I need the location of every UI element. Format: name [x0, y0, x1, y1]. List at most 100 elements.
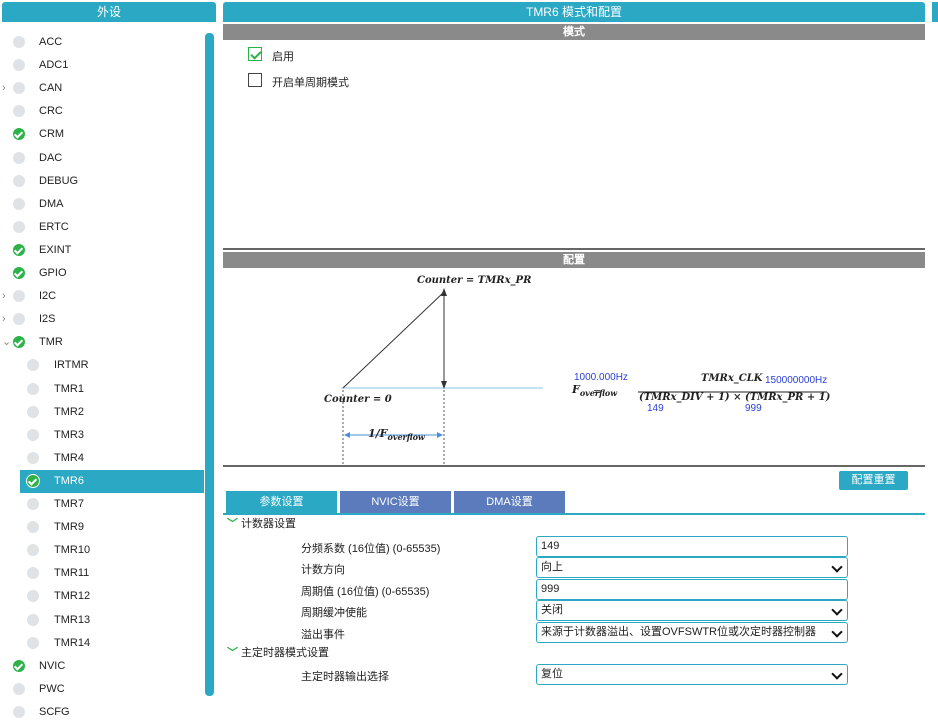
sidebar-item-label: TMR4 [54, 451, 84, 464]
sidebar-item-label: TMR7 [54, 498, 84, 510]
chevron-right-icon[interactable]: › [2, 290, 12, 302]
sidebar-item-nvic[interactable]: NVIC [0, 655, 204, 678]
sidebar-item-crc[interactable]: CRC [0, 100, 204, 123]
sidebar-item-irtmr[interactable]: IRTMR [0, 354, 204, 377]
sidebar-item-tmr10[interactable]: TMR10 [0, 539, 204, 562]
right-edge-strip [932, 2, 938, 22]
params-divider [223, 465, 925, 467]
sidebar-item-label: TMR13 [54, 613, 91, 626]
count-direction-select[interactable]: 向上 [536, 557, 848, 578]
sidebar-item-tmr14[interactable]: TMR14 [0, 632, 204, 655]
sidebar-item-adc1[interactable]: ADC1 [0, 54, 204, 77]
sidebar-item-tmr2[interactable]: TMR2 [0, 401, 204, 424]
sidebar-item-tmr[interactable]: ⌄ TMR [0, 331, 204, 354]
param-row: 周期值 (16位值) (0-65535) 999 [223, 579, 925, 600]
chevron-right-icon[interactable]: › [2, 313, 12, 325]
sidebar-item-tmr6[interactable]: TMR6 [20, 469, 204, 493]
param-label: 溢出事件 [301, 629, 345, 641]
prescaler-input[interactable]: 149 [536, 536, 848, 557]
sidebar-item-label: I2S [39, 313, 56, 326]
sidebar-item-tmr7[interactable]: TMR7 [0, 493, 204, 516]
tab-parameters[interactable]: 参数设置 [226, 491, 337, 513]
enable-checkbox[interactable] [248, 47, 262, 61]
sidebar-item-gpio[interactable]: GPIO [0, 262, 204, 285]
status-circle-icon [27, 382, 39, 395]
period-buffer-select[interactable]: 关闭 [536, 600, 848, 621]
status-circle-icon [13, 220, 25, 233]
sidebar-item-label: TMR3 [54, 428, 84, 441]
param-row: 溢出事件 来源于计数器溢出、设置OVFSWTR位或次定时器控制器 [223, 622, 925, 643]
denominator: (TMRx_DIV + 1) × (TMRx_PR + 1) [639, 392, 831, 403]
chevron-down-icon[interactable]: ⌄ [2, 336, 12, 348]
sidebar-item-label: DMA [39, 197, 64, 210]
tab-nvic[interactable]: NVIC设置 [340, 491, 451, 513]
sidebar-item-label: SCFG [39, 705, 70, 718]
param-row: 主定时器输出选择 复位 [223, 664, 925, 685]
sidebar-item-label: TMR11 [54, 567, 90, 580]
status-circle-icon [27, 451, 39, 464]
sidebar-item-tmr1[interactable]: TMR1 [0, 378, 204, 401]
status-circle-icon [13, 105, 25, 118]
sidebar-item-tmr9[interactable]: TMR9 [0, 516, 204, 539]
period-input[interactable]: 999 [536, 579, 848, 600]
param-row: 分频系数 (16位值) (0-65535) 149 [223, 536, 925, 557]
sidebar-item-crm[interactable]: CRM [0, 123, 204, 146]
sidebar-item-exint[interactable]: EXINT [0, 239, 204, 262]
status-circle-icon [27, 567, 39, 580]
status-circle-icon [13, 682, 25, 695]
app-root: 外设 ACC ADC1 › CAN CRC CRM DAC DEBUG DMA ERTC EXINT… [0, 0, 938, 720]
sidebar-item-tmr13[interactable]: TMR13 [0, 609, 204, 632]
status-circle-icon [13, 151, 25, 164]
check-circle-icon [27, 474, 39, 487]
peripheral-list-scrollbar[interactable] [205, 33, 214, 696]
sidebar-item-label: TMR [39, 336, 63, 349]
sidebar-item-label: DEBUG [39, 174, 79, 187]
master-mode-group[interactable]: ﹀ 主定时器模式设置 [227, 645, 329, 661]
peripheral-panel-title: 外设 [2, 2, 216, 22]
config-panel: TMR6 模式和配置 模式 启用 开启单周期模式 配置 = Counter = … [223, 0, 925, 720]
sidebar-item-label: GPIO [39, 267, 67, 279]
tab-dma[interactable]: DMA设置 [454, 491, 565, 513]
counter-top-label: Counter = TMRx_PR [417, 275, 532, 286]
sidebar-item-can[interactable]: › CAN [0, 77, 204, 100]
sidebar-item-tmr11[interactable]: TMR11 [0, 562, 204, 585]
status-circle-icon [13, 705, 25, 718]
param-row: 周期缓冲使能 关闭 [223, 600, 925, 621]
chevron-down-icon: ﹀ [227, 518, 238, 530]
status-circle-icon [27, 590, 39, 603]
sidebar-item-ertc[interactable]: ERTC [0, 216, 204, 239]
clk-numerator: TMRx_CLK [701, 373, 763, 384]
clk-value: 150000000Hz [765, 375, 828, 386]
period-arrow-right [437, 432, 443, 438]
sidebar-item-acc[interactable]: ACC [0, 31, 204, 54]
status-circle-icon [27, 521, 39, 534]
sidebar-item-i2c[interactable]: › I2C [0, 285, 204, 308]
sidebar-item-i2s[interactable]: › I2S [0, 308, 204, 331]
sidebar-item-label: TMR14 [54, 636, 91, 649]
master-output-select[interactable]: 复位 [536, 664, 848, 685]
sidebar-item-dma[interactable]: DMA [0, 193, 204, 216]
sidebar-item-label: TMR2 [54, 405, 84, 418]
counter-settings-group[interactable]: ﹀ 计数器设置 [227, 516, 296, 532]
sidebar-item-pwc[interactable]: PWC [0, 678, 204, 701]
sidebar-item-scfg[interactable]: SCFG [0, 701, 204, 720]
sidebar-item-dac[interactable]: DAC [0, 147, 204, 170]
sidebar-item-label: DAC [39, 151, 63, 164]
overflow-event-select[interactable]: 来源于计数器溢出、设置OVFSWTR位或次定时器控制器 [536, 622, 848, 643]
param-label: 计数方向 [301, 564, 345, 576]
one-pulse-checkbox[interactable] [248, 73, 262, 87]
sidebar-item-debug[interactable]: DEBUG [0, 170, 204, 193]
peripheral-panel: 外设 ACC ADC1 › CAN CRC CRM DAC DEBUG DMA ERTC EXINT… [0, 0, 216, 720]
enable-label: 启用 [272, 51, 294, 63]
sidebar-item-tmr4[interactable]: TMR4 [0, 447, 204, 470]
up-arrowhead [441, 288, 447, 296]
chevron-right-icon[interactable]: › [2, 82, 12, 94]
sidebar-item-label: TMR9 [54, 521, 84, 534]
sidebar-item-tmr12[interactable]: TMR12 [0, 585, 204, 608]
status-circle-icon [13, 82, 25, 95]
ramp-line [342, 291, 445, 389]
f-overflow-label: Foverflow [572, 383, 618, 399]
reset-config-button[interactable]: 配置重置 [839, 471, 908, 490]
sidebar-item-tmr3[interactable]: TMR3 [0, 424, 204, 447]
peripheral-list: ACC ADC1 › CAN CRC CRM DAC DEBUG DMA ERTC EXINT GPI… [0, 22, 216, 720]
